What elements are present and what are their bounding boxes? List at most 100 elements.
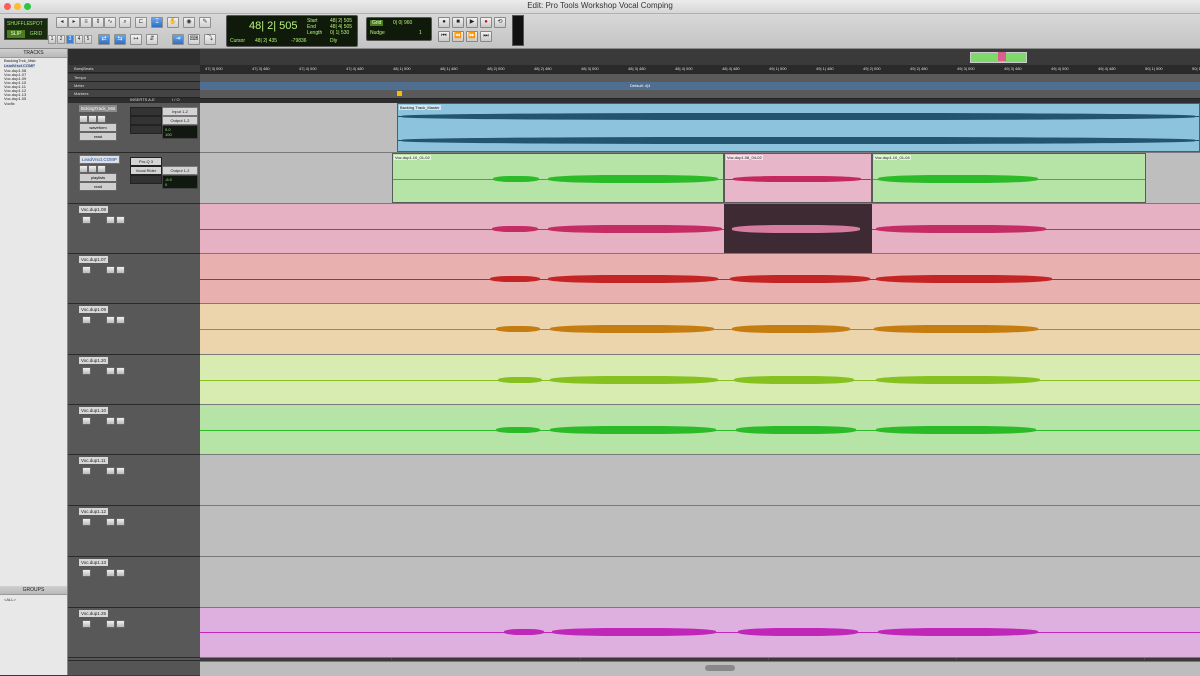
solo-button[interactable] [88,165,97,173]
zoom-preset-3-button[interactable]: 3 [66,35,74,44]
playlist-lane[interactable] [200,204,1200,254]
playlist-header[interactable]: Voc.dup1.09 [68,304,200,355]
playlist-arrow-button[interactable] [116,216,125,224]
nudge-value[interactable]: 1 [419,30,422,36]
playlist-header[interactable]: Voc.dup1.25 [68,608,200,658]
output-selector[interactable]: Output 1-2 [162,166,198,175]
playlist-promote-button[interactable] [106,216,115,224]
insert-slot[interactable] [130,107,162,116]
groups-panel-header[interactable]: GROUPS [0,586,67,595]
playlist-promote-button[interactable] [106,518,115,526]
playlist-lane[interactable] [200,304,1200,355]
grid-nudge-box[interactable]: Grid 0| 0| 960 Nudge 1 [366,17,432,41]
playlist-promote-button[interactable] [106,467,115,475]
playlist-name[interactable]: Voc.dup1.09 [79,306,109,313]
record-arm-button[interactable] [79,115,88,123]
track-header-comp[interactable]: LeadVrsct.COMP playlists read Pro-Q 3 Vo… [68,153,200,204]
link-track-icon[interactable]: ⇆ [114,34,126,45]
scrubber-tool-icon[interactable]: ◉ [183,17,195,28]
playlist-name[interactable]: Voc.dup1.07 [79,256,109,263]
tab-to-transients-icon[interactable]: ⇥ [172,34,184,45]
pencil-tool-icon[interactable]: ✎ [199,17,211,28]
playlist-solo-button[interactable] [82,467,91,475]
playlist-solo-button[interactable] [82,620,91,628]
automation-mode-selector[interactable]: read [79,182,117,191]
selected-region[interactable] [724,204,872,253]
playlist-promote-button[interactable] [106,316,115,324]
playlist-solo-button[interactable] [82,569,91,577]
stop-icon[interactable]: ■ [452,17,464,28]
playlist-solo-button[interactable] [82,518,91,526]
nudge-label[interactable]: Nudge [370,30,385,36]
keyboard-focus-icon[interactable]: ⌨ [188,34,200,45]
input-selector[interactable]: Input 1-2 [162,107,198,116]
grid-label[interactable]: Grid [370,20,384,26]
scrollbar-thumb[interactable] [705,665,735,671]
playlist-solo-button[interactable] [82,216,91,224]
online-icon[interactable]: ● [438,17,450,28]
playlist-lane[interactable] [200,608,1200,658]
group-item[interactable]: <ALL> [4,597,16,602]
zoom-preset-2-button[interactable]: 2 [57,35,65,44]
fast-forward-icon[interactable]: ⏩ [466,31,478,42]
automation-mode-selector[interactable]: read [79,132,117,141]
track-list-item[interactable]: Vocfix [4,102,15,106]
rewind-to-start-icon[interactable]: ⏮ [438,31,450,42]
grabber-tool-icon[interactable]: ✋ [167,17,179,28]
trim-tool-icon[interactable]: ⊏ [135,17,147,28]
playlist-header[interactable]: Voc.dup1.12 [68,506,200,557]
grid-value[interactable]: 0| 0| 960 [393,20,412,26]
view-selector[interactable]: waveform [79,123,117,132]
tempo-ruler-label[interactable]: Tempo [68,74,200,82]
playlist-arrow-button[interactable] [116,518,125,526]
playlist-lane[interactable] [200,355,1200,405]
playlist-header[interactable]: Voc.dup1.10 [68,405,200,455]
playlist-solo-button[interactable] [82,266,91,274]
playlist-promote-button[interactable] [106,417,115,425]
horizontal-scrollbar[interactable] [200,661,1200,676]
playlist-header[interactable]: Voc.dup1.13 [68,557,200,608]
insert-slot[interactable] [130,116,162,125]
playlist-arrow-button[interactable] [116,316,125,324]
playlist-name[interactable]: Voc.dup1.13 [79,559,109,566]
playlist-name[interactable]: Voc.dup1.12 [79,508,109,515]
playlist-arrow-button[interactable] [116,266,125,274]
view-selector[interactable]: playlists [79,173,117,182]
zoom-in-icon[interactable]: ▸ [68,17,80,28]
playlist-lane-empty[interactable] [200,506,1200,557]
record-arm-button[interactable] [79,165,88,173]
playlist-arrow-button[interactable] [116,467,125,475]
insert-slot[interactable] [130,125,162,134]
volume-pan-display[interactable]: 0.0 100 [162,125,198,139]
track-name[interactable]: LeadVrsct.COMP [79,155,120,164]
playlist-header[interactable]: Voc.dup1.11 [68,455,200,506]
mute-button[interactable] [97,165,106,173]
mirror-midi-icon[interactable]: ⇵ [146,34,158,45]
zoomer-tool-icon[interactable]: ⌕ [119,17,131,28]
insertion-follows-playback-icon[interactable]: ↦ [130,34,142,45]
playlist-arrow-button[interactable] [116,367,125,375]
zoom-preset-4-button[interactable]: 4 [75,35,83,44]
smart-tool-icon[interactable]: ⌶ [151,17,163,28]
automation-follows-edit-icon[interactable]: ⤵ [204,34,216,45]
insert-slot[interactable] [130,175,162,184]
playlist-promote-button[interactable] [106,569,115,577]
playlist-name[interactable]: Voc.dup1.11 [79,457,108,464]
zoom-preset-5-button[interactable]: 5 [84,35,92,44]
insert-slot[interactable]: Vocal Rider [130,166,162,175]
playlist-promote-button[interactable] [106,620,115,628]
marker-icon[interactable] [397,91,402,96]
playlist-promote-button[interactable] [106,367,115,375]
length-value[interactable]: 0| 1| 530 [330,30,349,36]
output-selector[interactable]: Output 1-2 [162,116,198,125]
tracks-panel-header[interactable]: TRACKS [0,49,67,58]
solo-button[interactable] [88,115,97,123]
markers-ruler[interactable] [200,90,1200,99]
playlist-name[interactable]: Voc.dup1.25 [79,610,109,617]
vertical-zoom-icon[interactable]: ⇕ [92,17,104,28]
playlist-header[interactable]: Voc.dup1.20 [68,355,200,405]
go-to-end-icon[interactable]: ⏭ [480,31,492,42]
playlist-header[interactable]: Voc.dup1.07 [68,254,200,304]
audio-clip[interactable]: Voc.dup1.10_01-02 [392,153,724,203]
loop-icon[interactable]: ⟲ [494,17,506,28]
